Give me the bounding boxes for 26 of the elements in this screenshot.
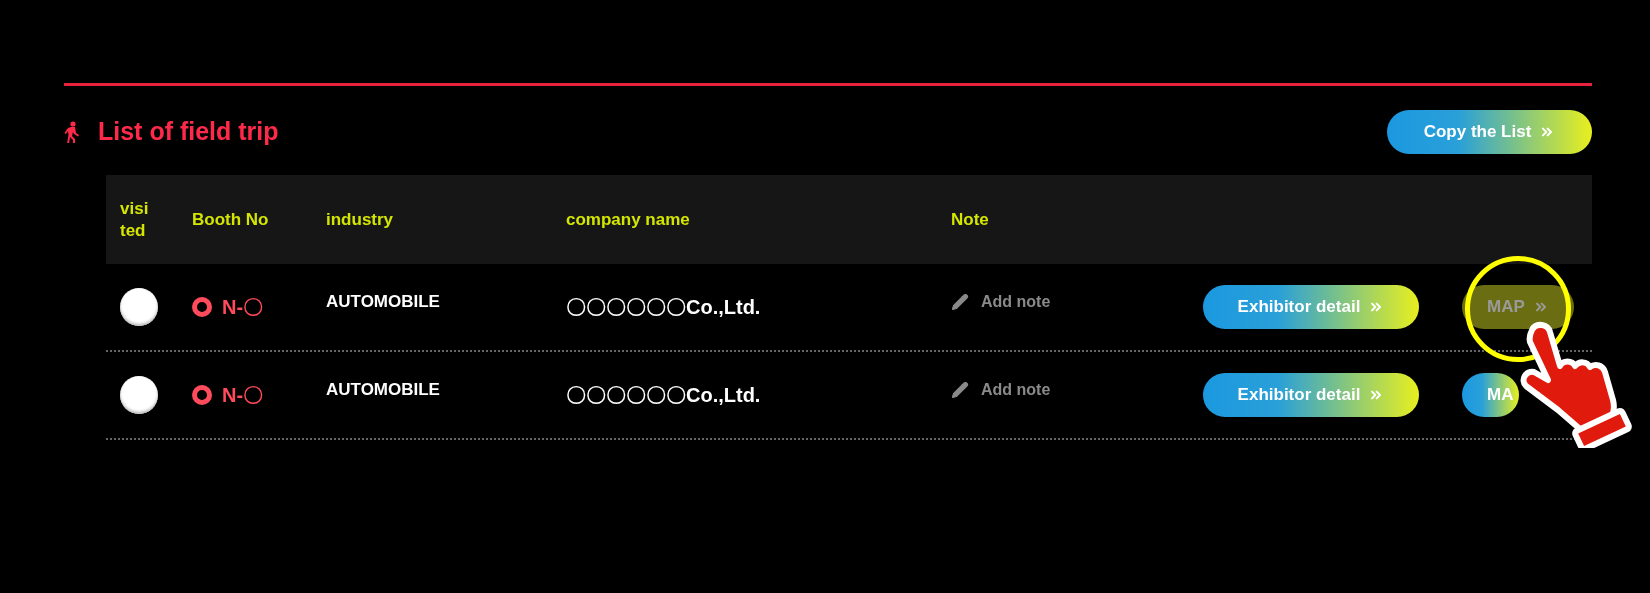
booth-marker-icon <box>192 385 212 405</box>
map-button[interactable]: MA <box>1462 373 1520 417</box>
booth-number: N-〇 <box>222 295 264 320</box>
copy-list-button[interactable]: Copy the List <box>1387 110 1592 154</box>
column-header: industry <box>326 208 394 231</box>
section-title: List of field trip <box>98 116 279 148</box>
booth-marker-icon <box>192 297 212 317</box>
visited-radio[interactable] <box>120 288 158 326</box>
pencil-icon <box>951 381 969 399</box>
column-header: Note <box>951 208 989 231</box>
column-header: visi ted <box>120 197 149 242</box>
company-name: 〇〇〇〇〇〇Co.,Ltd. <box>566 295 761 320</box>
industry-text: AUTOMOBILE <box>326 291 440 314</box>
company-name: 〇〇〇〇〇〇Co.,Ltd. <box>566 383 761 408</box>
pencil-icon <box>951 293 969 311</box>
industry-text: AUTOMOBILE <box>326 379 440 402</box>
add-note-button[interactable]: Add note <box>951 290 1051 314</box>
exhibitor-detail-button[interactable]: Exhibitor detail <box>1203 373 1419 417</box>
map-button[interactable]: MAP <box>1462 285 1574 329</box>
exhibitor-detail-button[interactable]: Exhibitor detail <box>1203 285 1419 329</box>
column-header: Booth No <box>192 208 269 231</box>
column-header: company name <box>566 208 690 231</box>
booth-number: N-〇 <box>222 383 264 408</box>
add-note-button[interactable]: Add note <box>951 378 1051 402</box>
walking-person-icon <box>64 121 80 143</box>
visited-radio[interactable] <box>120 376 158 414</box>
